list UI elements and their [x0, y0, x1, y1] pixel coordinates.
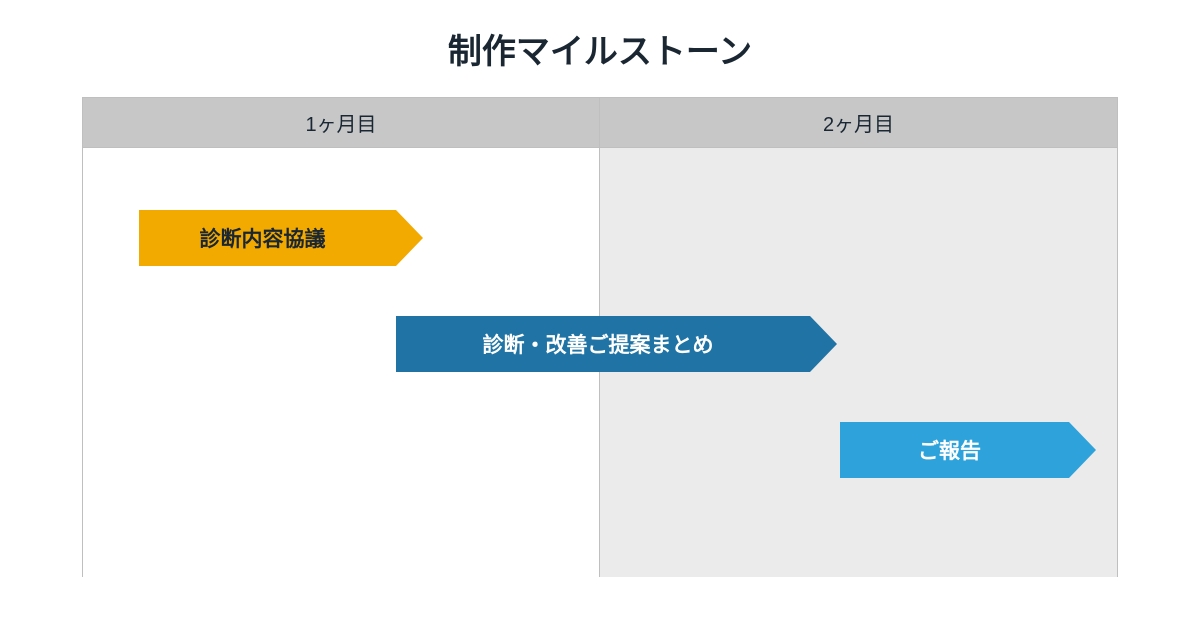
milestone-chart-container: 制作マイルストーン 1ヶ月目 2ヶ月目 診断内容協議 診断・改善ご提案まとめ ご…: [82, 24, 1118, 577]
gantt-bar-report: ご報告: [840, 422, 1069, 478]
gantt-bar-label: 診断・改善ご提案まとめ: [483, 329, 724, 359]
gantt-chart: 1ヶ月目 2ヶ月目 診断内容協議 診断・改善ご提案まとめ ご報告: [82, 97, 1118, 577]
gantt-body: 診断内容協議 診断・改善ご提案まとめ ご報告: [83, 148, 1117, 577]
arrow-right-icon: [396, 210, 423, 266]
gantt-header-row: 1ヶ月目 2ヶ月目: [83, 98, 1117, 148]
gantt-bar-label: 診断内容協議: [200, 223, 336, 253]
arrow-right-icon: [810, 316, 837, 372]
gantt-bar-diagnosis-discussion: 診断内容協議: [139, 210, 396, 266]
arrow-right-icon: [1069, 422, 1096, 478]
gantt-header-month-2: 2ヶ月目: [600, 98, 1117, 147]
gantt-bar-proposal-summary: 診断・改善ご提案まとめ: [396, 316, 810, 372]
gantt-header-month-1: 1ヶ月目: [83, 98, 600, 147]
chart-title: 制作マイルストーン: [82, 24, 1118, 73]
gantt-bar-label: ご報告: [918, 435, 991, 465]
